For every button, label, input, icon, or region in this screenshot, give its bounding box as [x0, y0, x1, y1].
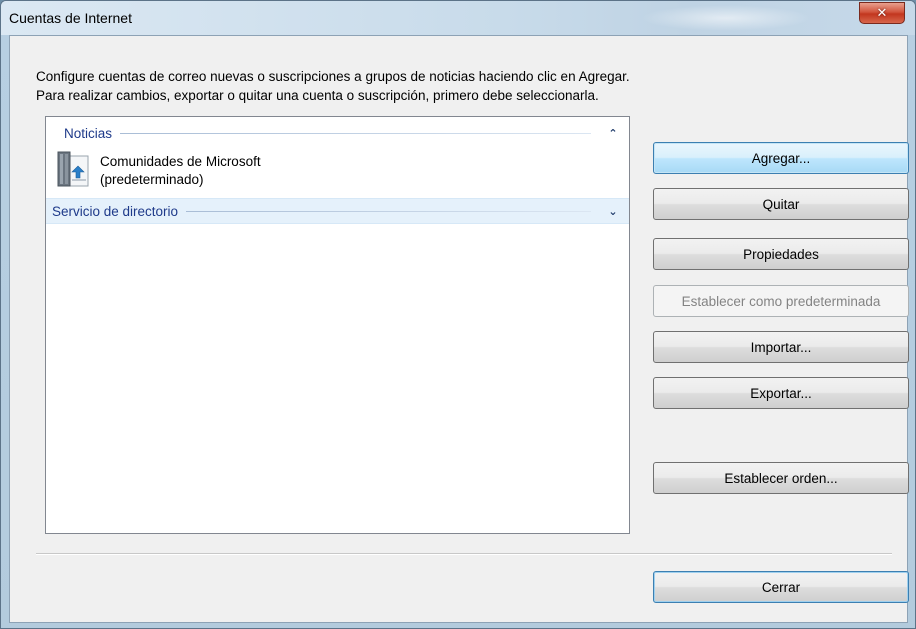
- group-header-directory-service[interactable]: Servicio de directorio ⌄: [46, 198, 629, 224]
- group-label: Servicio de directorio: [52, 203, 179, 219]
- close-button[interactable]: Cerrar: [653, 571, 909, 603]
- instructions-line-2: Para realizar cambios, exportar o quitar…: [36, 88, 599, 103]
- newsgroup-account-icon: [54, 150, 92, 190]
- account-name: Comunidades de Microsoft: [100, 154, 261, 169]
- chevron-up-icon[interactable]: ⌃: [603, 127, 623, 140]
- add-button[interactable]: Agregar...: [653, 142, 909, 174]
- internet-accounts-dialog: Cuentas de Internet ✕ Configure cuentas …: [0, 0, 916, 629]
- group-header-noticias[interactable]: Noticias ⌃: [46, 121, 629, 145]
- title-bar-glow: [641, 5, 811, 31]
- set-default-button[interactable]: Establecer como predeterminada: [653, 285, 909, 317]
- remove-button[interactable]: Quitar: [653, 188, 909, 220]
- group-divider-line: [120, 132, 591, 134]
- export-button[interactable]: Exportar...: [653, 377, 909, 409]
- import-button[interactable]: Importar...: [653, 331, 909, 363]
- title-bar[interactable]: Cuentas de Internet ✕: [1, 1, 915, 35]
- accounts-list[interactable]: Noticias ⌃ Comunidades de Microsoft (pre…: [45, 116, 630, 534]
- properties-button[interactable]: Propiedades: [653, 238, 909, 270]
- bottom-separator: [36, 553, 892, 555]
- set-order-button[interactable]: Establecer orden...: [653, 462, 909, 494]
- window-title: Cuentas de Internet: [9, 10, 132, 26]
- instructions-line-1: Configure cuentas de correo nuevas o sus…: [36, 69, 630, 84]
- account-default-tag: (predeterminado): [100, 172, 204, 187]
- dialog-body: Configure cuentas de correo nuevas o sus…: [9, 35, 909, 623]
- chevron-down-icon[interactable]: ⌄: [603, 205, 623, 218]
- instructions-text: Configure cuentas de correo nuevas o sus…: [36, 67, 630, 105]
- group-label: Noticias: [64, 125, 113, 141]
- window-close-button[interactable]: ✕: [859, 2, 905, 24]
- account-label: Comunidades de Microsoft (predeterminado…: [100, 150, 261, 189]
- list-item-account[interactable]: Comunidades de Microsoft (predeterminado…: [54, 150, 261, 190]
- close-icon: ✕: [876, 5, 888, 21]
- group-divider-line: [186, 210, 591, 212]
